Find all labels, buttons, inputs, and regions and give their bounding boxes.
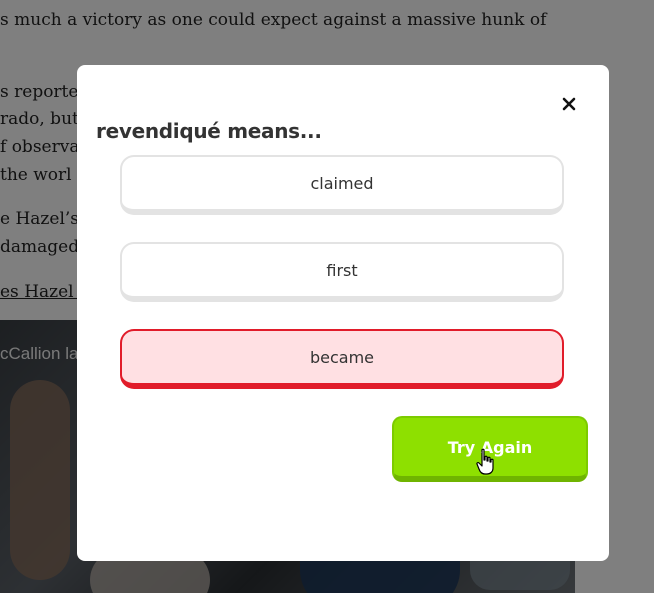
close-icon	[562, 97, 576, 111]
answer-option-first[interactable]: first	[120, 242, 564, 302]
answer-option-label: first	[326, 260, 358, 280]
quiz-prompt: revendiqué means...	[96, 119, 322, 143]
answer-option-claimed[interactable]: claimed	[120, 155, 564, 215]
answer-option-label: claimed	[310, 173, 374, 193]
close-button[interactable]	[558, 93, 580, 115]
quiz-modal: revendiqué means... claimed first became…	[77, 65, 609, 561]
answer-option-became[interactable]: became	[120, 329, 564, 389]
answer-option-label: became	[309, 347, 375, 367]
hand-pointer-icon	[476, 448, 494, 475]
